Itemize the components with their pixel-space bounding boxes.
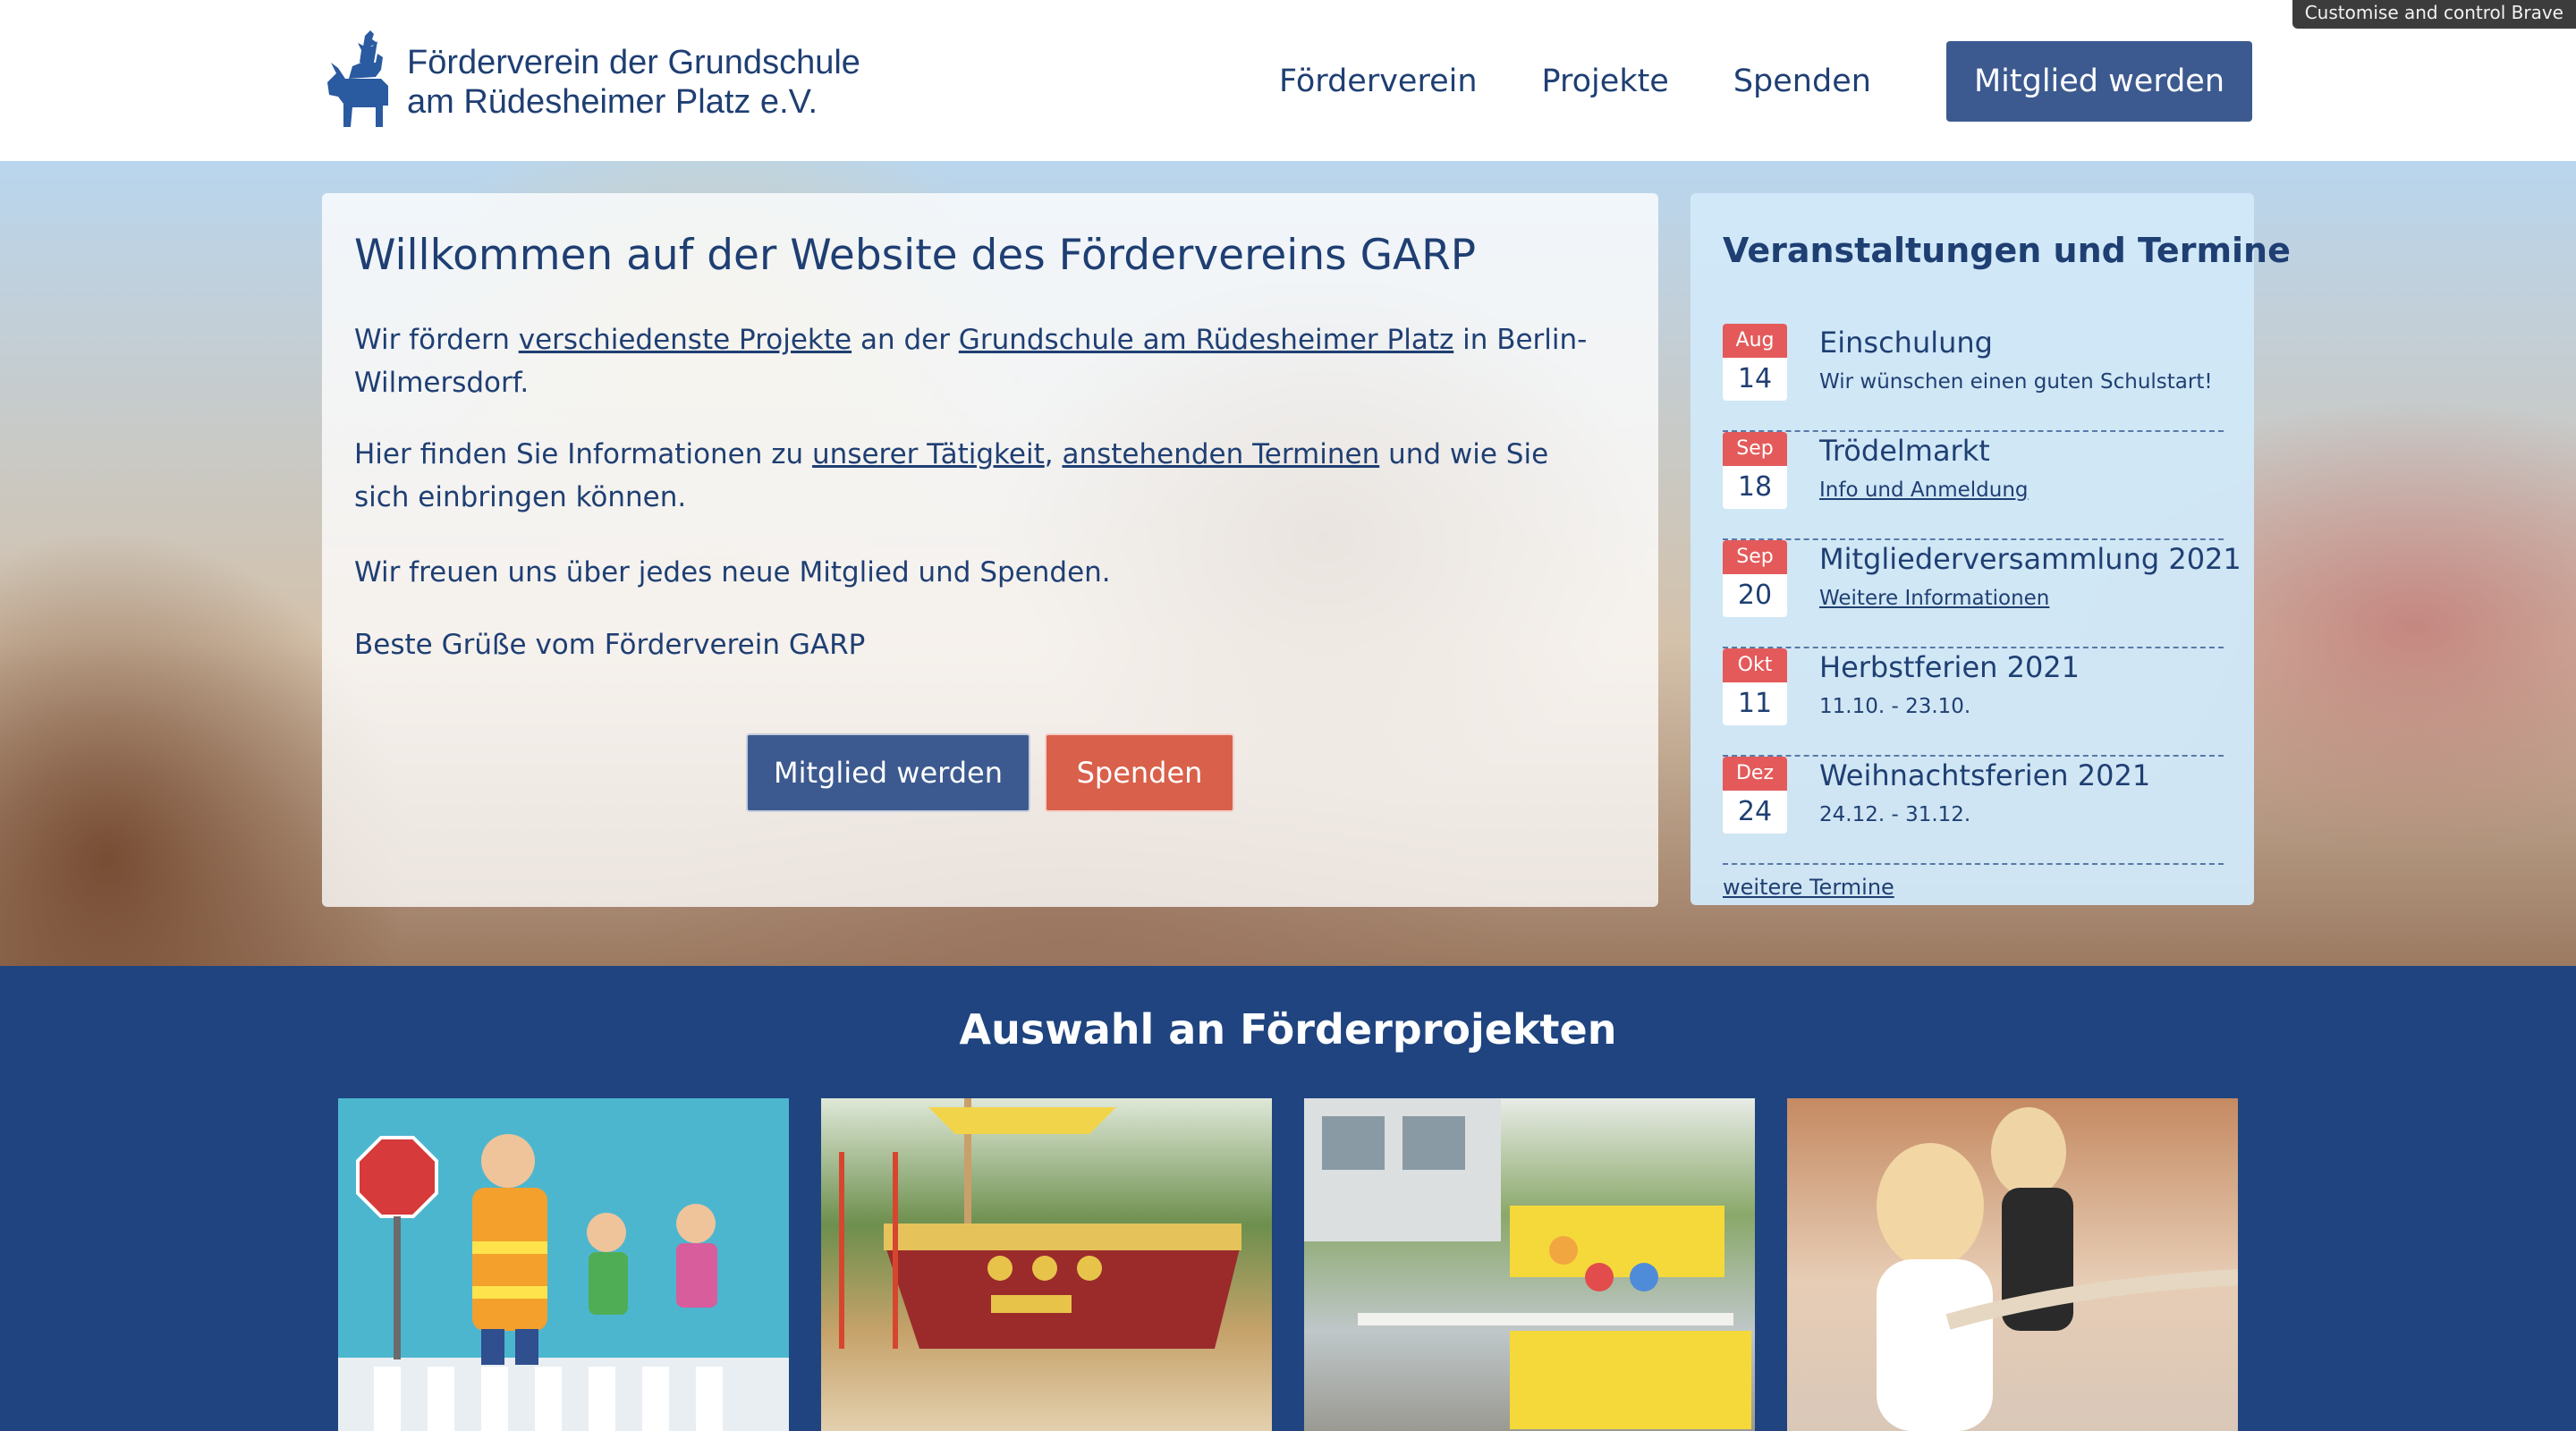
site-brand[interactable]: Förderverein der Grundschule am Rüdeshei… bbox=[407, 43, 860, 122]
date-badge: Sep 20 bbox=[1723, 540, 1787, 617]
hero-title: Willkommen auf der Website des Förderver… bbox=[354, 231, 1477, 280]
date-day: 20 bbox=[1737, 580, 1773, 611]
playground-ship-photo-icon bbox=[839, 1098, 1241, 1349]
hero-section: Willkommen auf der Website des Förderver… bbox=[0, 161, 2576, 966]
event-title: Weihnachtsferien 2021 bbox=[1819, 758, 2151, 792]
event-title: Trödelmarkt bbox=[1819, 434, 1990, 468]
tug-of-war-photo-icon bbox=[1877, 1107, 2238, 1431]
event-subtitle: 11.10. - 23.10. bbox=[1819, 695, 1971, 718]
project-tile-crossing-guard[interactable] bbox=[338, 1098, 789, 1431]
header-become-member-button[interactable]: Mitglied werden bbox=[1946, 41, 2252, 122]
event-item: Aug 14 Einschulung Wir wünschen einen gu… bbox=[1723, 324, 2224, 432]
date-month: Aug bbox=[1723, 324, 1787, 358]
date-month: Sep bbox=[1723, 540, 1787, 574]
event-title: Herbstferien 2021 bbox=[1819, 650, 2080, 684]
brand-line-2: am Rüdesheimer Platz e.V. bbox=[407, 83, 818, 121]
market-stand-photo-icon bbox=[1304, 1098, 1751, 1429]
date-month: Dez bbox=[1723, 757, 1787, 791]
event-info-link[interactable]: Info und Anmeldung bbox=[1819, 478, 2029, 502]
nav-spenden[interactable]: Spenden bbox=[1733, 64, 1871, 99]
events-panel: Veranstaltungen und Termine Aug 14 Einsc… bbox=[1690, 193, 2291, 905]
link-projekte[interactable]: verschiedenste Projekte bbox=[519, 324, 852, 356]
more-events-link[interactable]: weitere Termine bbox=[1723, 875, 1894, 900]
hero-paragraph-1: Wir fördern verschiedenste Projekte an d… bbox=[354, 318, 1606, 404]
event-subtitle: 24.12. - 31.12. bbox=[1819, 803, 1971, 826]
hero-paragraph-2: Hier finden Sie Informationen zu unserer… bbox=[354, 433, 1606, 519]
hero-paragraph-4: Beste Grüße vom Förderverein GARP bbox=[354, 629, 866, 661]
event-item: Okt 11 Herbstferien 2021 11.10. - 23.10. bbox=[1723, 648, 2224, 757]
town-musicians-logo-icon[interactable] bbox=[318, 27, 404, 132]
nav-projekte[interactable]: Projekte bbox=[1542, 64, 1669, 99]
event-item: Sep 18 Trödelmarkt Info und Anmeldung bbox=[1723, 432, 2224, 540]
become-member-button[interactable]: Mitglied werden bbox=[746, 733, 1030, 812]
main-nav: Förderverein Projekte Spenden bbox=[1279, 41, 1936, 122]
date-day: 11 bbox=[1737, 688, 1773, 719]
p1-text-mid: an der bbox=[852, 324, 959, 356]
events-title: Veranstaltungen und Termine bbox=[1723, 231, 2291, 270]
date-day: 14 bbox=[1737, 363, 1773, 394]
link-termine[interactable]: anstehenden Terminen bbox=[1062, 438, 1379, 470]
link-grundschule[interactable]: Grundschule am Rüdesheimer Platz bbox=[959, 324, 1453, 356]
projects-title: Auswahl an Förderprojekten bbox=[959, 1005, 1617, 1054]
date-badge: Aug 14 bbox=[1723, 324, 1787, 401]
welcome-card: Willkommen auf der Website des Förderver… bbox=[322, 193, 1658, 907]
date-badge: Dez 24 bbox=[1723, 757, 1787, 834]
nav-foerderverein[interactable]: Förderverein bbox=[1279, 64, 1478, 99]
date-day: 18 bbox=[1737, 471, 1773, 503]
event-title: Einschulung bbox=[1819, 326, 1993, 360]
date-month: Sep bbox=[1723, 432, 1787, 466]
donate-button[interactable]: Spenden bbox=[1045, 733, 1234, 812]
date-month: Okt bbox=[1723, 648, 1787, 682]
p1-text-pre: Wir fördern bbox=[354, 324, 519, 356]
brand-line-1: Förderverein der Grundschule bbox=[407, 44, 860, 81]
event-item: Sep 20 Mitgliederversammlung 2021 Weiter… bbox=[1723, 540, 2241, 648]
event-title: Mitgliederversammlung 2021 bbox=[1819, 542, 2241, 576]
p2-text-pre: Hier finden Sie Informationen zu bbox=[354, 438, 813, 470]
event-item: Dez 24 Weihnachtsferien 2021 24.12. - 31… bbox=[1723, 757, 2224, 865]
event-info-link[interactable]: Weitere Informationen bbox=[1819, 587, 2049, 610]
site-header: Förderverein der Grundschule am Rüdeshei… bbox=[0, 0, 2576, 161]
date-badge: Sep 18 bbox=[1723, 432, 1787, 509]
browser-menu-tooltip: Customise and control Brave bbox=[2292, 0, 2576, 29]
projects-section: Auswahl an Förderprojekten bbox=[0, 966, 2576, 1431]
crossing-guard-illustration-icon bbox=[338, 1134, 789, 1431]
project-tile-tug-of-war[interactable] bbox=[1787, 1098, 2238, 1431]
event-subtitle: Wir wünschen einen guten Schulstart! bbox=[1819, 370, 2213, 394]
project-tile-playground-ship[interactable] bbox=[821, 1098, 1272, 1431]
hero-paragraph-3: Wir freuen uns über jedes neue Mitglied … bbox=[354, 556, 1111, 588]
link-taetigkeit[interactable]: unserer Tätigkeit bbox=[812, 438, 1045, 470]
project-tile-market-stand[interactable] bbox=[1304, 1098, 1755, 1431]
date-badge: Okt 11 bbox=[1723, 648, 1787, 725]
date-day: 24 bbox=[1737, 796, 1773, 827]
p2-text-sep: , bbox=[1044, 438, 1063, 470]
